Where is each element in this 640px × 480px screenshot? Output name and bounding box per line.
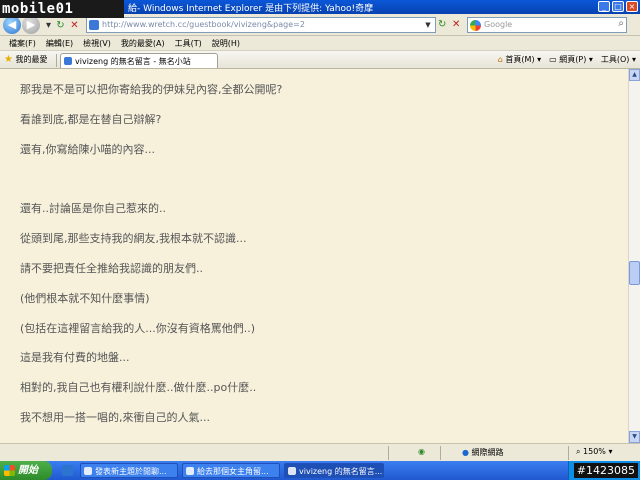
- status-divider: [568, 446, 569, 460]
- search-box[interactable]: Google ⌕: [467, 17, 627, 33]
- internet-zone: ● 網際網路: [462, 447, 504, 459]
- favorites-button[interactable]: ★ 我的最愛: [4, 54, 48, 65]
- text-line: 我不想用一搭一唱的,來衝自己的人氣...: [20, 411, 210, 424]
- menu-bar: 檔案(F) 編輯(E) 檢視(V) 我的最愛(A) 工具(T) 說明(H): [0, 36, 640, 51]
- forward-button[interactable]: ▶: [22, 16, 40, 34]
- refresh-icon[interactable]: ↻: [54, 19, 67, 32]
- scroll-down-icon[interactable]: ▼: [629, 431, 640, 443]
- taskbar-item[interactable]: 發表新主題於閒聊...: [80, 463, 178, 478]
- google-icon: [470, 20, 481, 31]
- maximize-button[interactable]: □: [612, 1, 624, 12]
- text-line: (他們根本就不知什麼事情): [20, 292, 150, 305]
- zoom-icon: ⌕: [576, 447, 581, 456]
- text-line: 那我是不是可以把你寄給我的伊妹兒內容,全都公開呢?: [20, 83, 283, 96]
- tab-title: vivizeng 的無名留言 - 無名小站: [75, 57, 191, 66]
- tab-bar: ★ 我的最愛 vivizeng 的無名留言 - 無名小站 ⌂ 首頁(M) ▾ ▭…: [0, 51, 640, 69]
- taskbar: 開始 發表新主題於閒聊... 給去那個女主角留... vivizeng 的無名留…: [0, 461, 640, 480]
- tab-divider: [56, 54, 57, 67]
- scroll-up-icon[interactable]: ▲: [629, 69, 640, 81]
- site-logo: mobile01: [0, 0, 124, 18]
- menu-help[interactable]: 說明(H): [207, 36, 245, 50]
- window-icon: [84, 467, 92, 475]
- favorites-label: 我的最愛: [15, 55, 48, 64]
- zoom-control[interactable]: ⌕ 150% ▾: [576, 447, 612, 459]
- home-icon: ⌂: [497, 55, 503, 64]
- text-line: 請不要把責任全推給我認識的朋友們..: [20, 262, 203, 275]
- address-bar[interactable]: http://www.wretch.cc/guestbook/vivizeng&…: [86, 17, 436, 33]
- address-url[interactable]: http://www.wretch.cc/guestbook/vivizeng&…: [102, 20, 305, 29]
- window-title: 給- Windows Internet Explorer 是由下列提供: Yah…: [128, 4, 374, 14]
- tab-favicon-icon: [64, 57, 72, 65]
- zone-label: 網際網路: [471, 448, 504, 457]
- search-input[interactable]: Google: [484, 20, 512, 29]
- text-line: 這是我有付費的地盤...: [20, 351, 130, 364]
- menu-tools[interactable]: 工具(T): [170, 36, 207, 50]
- taskbar-item[interactable]: 給去那個女主角留...: [182, 463, 280, 478]
- command-bar: ⌂ 首頁(M) ▾ ▭ 網頁(P) ▾ 工具(O) ▾: [498, 54, 636, 65]
- taskbar-item-active[interactable]: vivizeng 的無名留言...: [284, 463, 384, 478]
- start-button[interactable]: 開始: [0, 461, 52, 480]
- minimize-button[interactable]: _: [598, 1, 610, 12]
- text-line: 相對的,我自己也有權利說什麼..做什麼..po什麼..: [20, 381, 257, 394]
- go-refresh-icon[interactable]: ↻: [438, 19, 446, 30]
- go-stop-icon[interactable]: ✕: [452, 19, 460, 30]
- status-bar: ◉ ● 網際網路 ⌕ 150% ▾: [0, 443, 640, 461]
- page-favicon-icon: [89, 20, 99, 30]
- page-button[interactable]: ▭ 網頁(P) ▾: [549, 54, 593, 65]
- text-line: (包括在這裡留言給我的人...你沒有資格罵他們..): [20, 322, 256, 335]
- window-icon: [288, 467, 296, 475]
- menu-view[interactable]: 檢視(V): [78, 36, 116, 50]
- browser-tab[interactable]: vivizeng 的無名留言 - 無名小站: [60, 53, 218, 68]
- page-icon: ▭: [549, 55, 557, 64]
- menu-edit[interactable]: 編輯(E): [41, 36, 78, 50]
- menu-favorites[interactable]: 我的最愛(A): [116, 36, 170, 50]
- search-icon[interactable]: ⌕: [618, 18, 624, 29]
- status-divider: [388, 446, 389, 460]
- scroll-thumb[interactable]: [629, 261, 640, 285]
- ie-quicklaunch-icon[interactable]: [62, 465, 73, 476]
- status-divider: [440, 446, 441, 460]
- window-icon: [186, 467, 194, 475]
- star-icon: ★: [4, 54, 13, 65]
- window-controls: _ □ ×: [598, 1, 638, 12]
- vertical-scrollbar[interactable]: ▲ ▼: [628, 69, 640, 443]
- stop-icon[interactable]: ✕: [68, 19, 81, 32]
- globe-icon: ●: [462, 448, 469, 457]
- home-button[interactable]: ⌂ 首頁(M) ▾: [498, 54, 541, 65]
- zoom-level: 150%: [583, 447, 606, 456]
- text-line: 還有,你寫給陳小喵的內容...: [20, 143, 155, 156]
- address-dropdown-icon[interactable]: ▼: [422, 19, 434, 31]
- back-button[interactable]: ◀: [3, 16, 21, 34]
- page-content: 那我是不是可以把你寄給我的伊妹兒內容,全都公開呢? 看誰到底,都是在替自己辯解?…: [0, 69, 628, 443]
- tools-button[interactable]: 工具(O) ▾: [601, 54, 636, 65]
- text-line: 還有..討論區是你自己惹來的..: [20, 202, 166, 215]
- text-line: 看誰到底,都是在替自己辯解?: [20, 113, 162, 126]
- windows-logo-icon: [4, 465, 15, 476]
- watermark: #1423085: [573, 463, 638, 478]
- menu-file[interactable]: 檔案(F): [4, 36, 41, 50]
- close-button[interactable]: ×: [626, 1, 638, 12]
- text-line: 從頭到尾,那些支持我的網友,我根本就不認識...: [20, 232, 247, 245]
- security-icon: ◉: [418, 447, 425, 456]
